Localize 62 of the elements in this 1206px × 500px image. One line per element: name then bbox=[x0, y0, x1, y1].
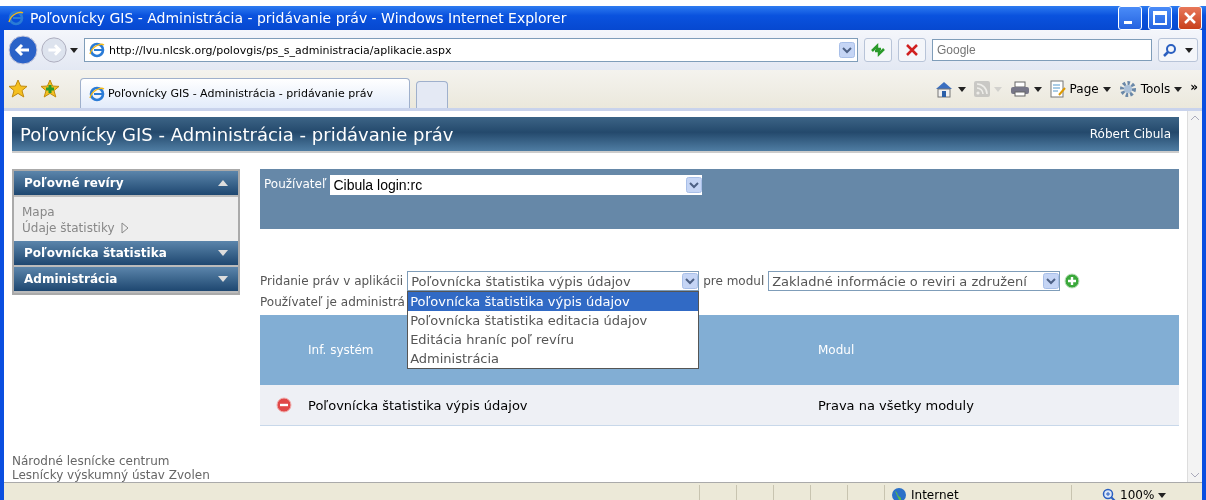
user-dropdown[interactable]: Cibula login:rc bbox=[330, 175, 703, 195]
footer-text: Národné lesnícke centrum bbox=[12, 454, 171, 468]
remove-icon[interactable] bbox=[276, 397, 292, 413]
ie-logo-icon bbox=[8, 10, 24, 26]
caret-icon[interactable] bbox=[1033, 86, 1042, 92]
sidebar-section-header[interactable]: Poľovnícka štatistika bbox=[14, 241, 238, 267]
page-icon bbox=[1049, 80, 1066, 98]
sidebar-section-header[interactable]: Administrácia bbox=[14, 267, 238, 293]
add-favorite-icon[interactable] bbox=[40, 79, 60, 99]
ie-logo-icon bbox=[89, 85, 105, 102]
zone-label: Internet bbox=[911, 488, 959, 500]
caret-icon[interactable] bbox=[1174, 86, 1183, 92]
user-label: Používateľ bbox=[264, 176, 327, 191]
command-menu[interactable]: Page bbox=[1069, 82, 1099, 96]
table-cell-text: Poľovnícka štatistika výpis údajov bbox=[308, 397, 529, 413]
zoom-icon[interactable] bbox=[1102, 488, 1116, 500]
back-button[interactable] bbox=[8, 35, 38, 65]
search-options-caret-icon[interactable] bbox=[1185, 47, 1193, 53]
address-field[interactable]: http://lvu.nlcsk.org/polovgis/ps_s_administracia/aplikacie.aspx bbox=[84, 38, 858, 62]
expand-arrow-icon[interactable] bbox=[218, 250, 228, 256]
search-button[interactable] bbox=[1158, 38, 1198, 62]
history-caret-icon[interactable] bbox=[70, 47, 78, 53]
module-label: pre modul bbox=[703, 274, 765, 288]
module-dropdown[interactable]: Zakladné informácie o reviri a združení bbox=[768, 271, 1061, 291]
application-dropdown[interactable]: Poľovnícka štatistika výpis údajov bbox=[407, 271, 700, 291]
table-cell: Prava na všetky moduly bbox=[818, 397, 974, 413]
maximize-button[interactable] bbox=[1148, 6, 1172, 30]
sidebar-section-header[interactable]: Poľovné revíry bbox=[14, 171, 238, 197]
expand-arrow-icon[interactable] bbox=[218, 276, 228, 282]
page-title: Poľovnícky GIS - Administrácia - pridávanie práv bbox=[20, 123, 454, 145]
footer-text: Lesnícky výskumný ústav Zvolen bbox=[12, 468, 211, 482]
page-icon bbox=[89, 42, 105, 58]
more-chevron-icon[interactable]: » bbox=[1190, 80, 1198, 94]
add-icon[interactable] bbox=[1064, 273, 1081, 289]
close-button[interactable] bbox=[1178, 6, 1202, 30]
minimize-button[interactable] bbox=[1118, 6, 1142, 30]
caret-icon[interactable] bbox=[957, 86, 966, 92]
gear-icon bbox=[1118, 80, 1137, 98]
column-header: Inf. systém bbox=[308, 343, 375, 357]
search-icon[interactable] bbox=[1163, 43, 1177, 57]
caret-icon[interactable] bbox=[1102, 86, 1111, 92]
star-icon[interactable] bbox=[8, 79, 28, 99]
user-name: Róbert Cibula bbox=[1089, 127, 1171, 141]
browser-tab[interactable]: Poľovnícky GIS - Administrácia - pridávanie práv bbox=[80, 78, 410, 108]
zoom-level[interactable]: 100% bbox=[1120, 488, 1155, 500]
stop-button[interactable] bbox=[898, 38, 926, 62]
caret-icon[interactable] bbox=[1158, 492, 1167, 498]
globe-icon bbox=[891, 487, 907, 500]
dropdown-option[interactable]: Poľovnícka štatistika editacia údajov bbox=[408, 311, 699, 330]
admin-note: Používateľ je administrá bbox=[260, 295, 405, 309]
search-field[interactable]: Google bbox=[932, 39, 1152, 61]
refresh-button[interactable] bbox=[864, 38, 892, 62]
add-rights-label: Pridanie práv v aplikácii bbox=[260, 274, 404, 288]
command-menu[interactable]: Tools bbox=[1140, 82, 1171, 96]
submenu-arrow-icon bbox=[120, 222, 129, 234]
collapse-arrow-icon[interactable] bbox=[218, 180, 228, 186]
dropdown-option[interactable]: Editácia hraníc poľ revíru bbox=[408, 330, 699, 349]
dropdown-option[interactable]: Administrácia bbox=[408, 349, 699, 368]
dropdown-option[interactable]: Poľovnícka štatistika výpis údajov bbox=[408, 292, 699, 311]
printer-icon[interactable] bbox=[1009, 81, 1030, 97]
column-header: Modul bbox=[818, 343, 855, 357]
window-title: Poľovnícky GIS - Administrácia - pridávanie práv - Windows Internet Explorer bbox=[30, 10, 568, 26]
